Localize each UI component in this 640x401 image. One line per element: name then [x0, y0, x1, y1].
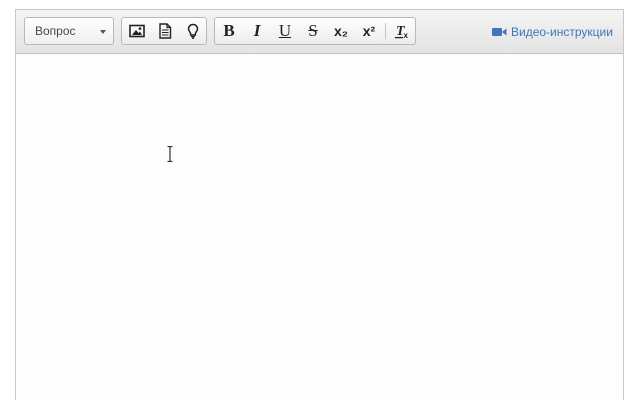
insert-image-button[interactable] [123, 18, 151, 44]
underline-button[interactable]: U [271, 18, 299, 44]
svg-text:x: x [404, 31, 409, 39]
video-camera-icon [492, 28, 507, 36]
remove-format-icon: T x [395, 24, 409, 39]
superscript-button[interactable]: x² [355, 18, 383, 44]
strikethrough-button[interactable]: S [299, 18, 327, 44]
chevron-down-icon [100, 30, 106, 34]
video-instructions-label: Видео-инструкции [511, 25, 613, 39]
toolbar-divider [385, 23, 386, 39]
clear-format-button[interactable]: T x [388, 18, 416, 44]
rich-text-editor: Вопрос B I U S x₂ x² T x Видео-инструкци… [15, 9, 624, 400]
bold-button[interactable]: B [215, 18, 243, 44]
strikethrough-label: S [308, 21, 318, 40]
insert-document-button[interactable] [151, 18, 179, 44]
video-instructions-link[interactable]: Видео-инструкции [492, 24, 613, 40]
image-icon [129, 24, 145, 38]
italic-button[interactable]: I [243, 18, 271, 44]
subscript-label: x₂ [333, 23, 348, 39]
text-cursor-icon [167, 146, 173, 162]
subscript-button[interactable]: x₂ [327, 18, 355, 44]
superscript-label: x² [362, 23, 376, 39]
bold-label: B [223, 21, 235, 40]
editor-toolbar: Вопрос B I U S x₂ x² T x Видео-инструкци… [16, 10, 623, 54]
underline-label: U [278, 21, 292, 40]
format-button-group: B I U S x₂ x² T x [214, 17, 416, 45]
lightbulb-icon [187, 23, 199, 39]
format-select-value: Вопрос [35, 24, 76, 38]
document-icon [159, 23, 172, 39]
italic-label: I [253, 21, 261, 40]
format-select[interactable]: Вопрос [24, 17, 114, 45]
editor-content-area[interactable] [16, 54, 623, 401]
insert-button-group [121, 17, 207, 45]
insert-hint-button[interactable] [179, 18, 207, 44]
